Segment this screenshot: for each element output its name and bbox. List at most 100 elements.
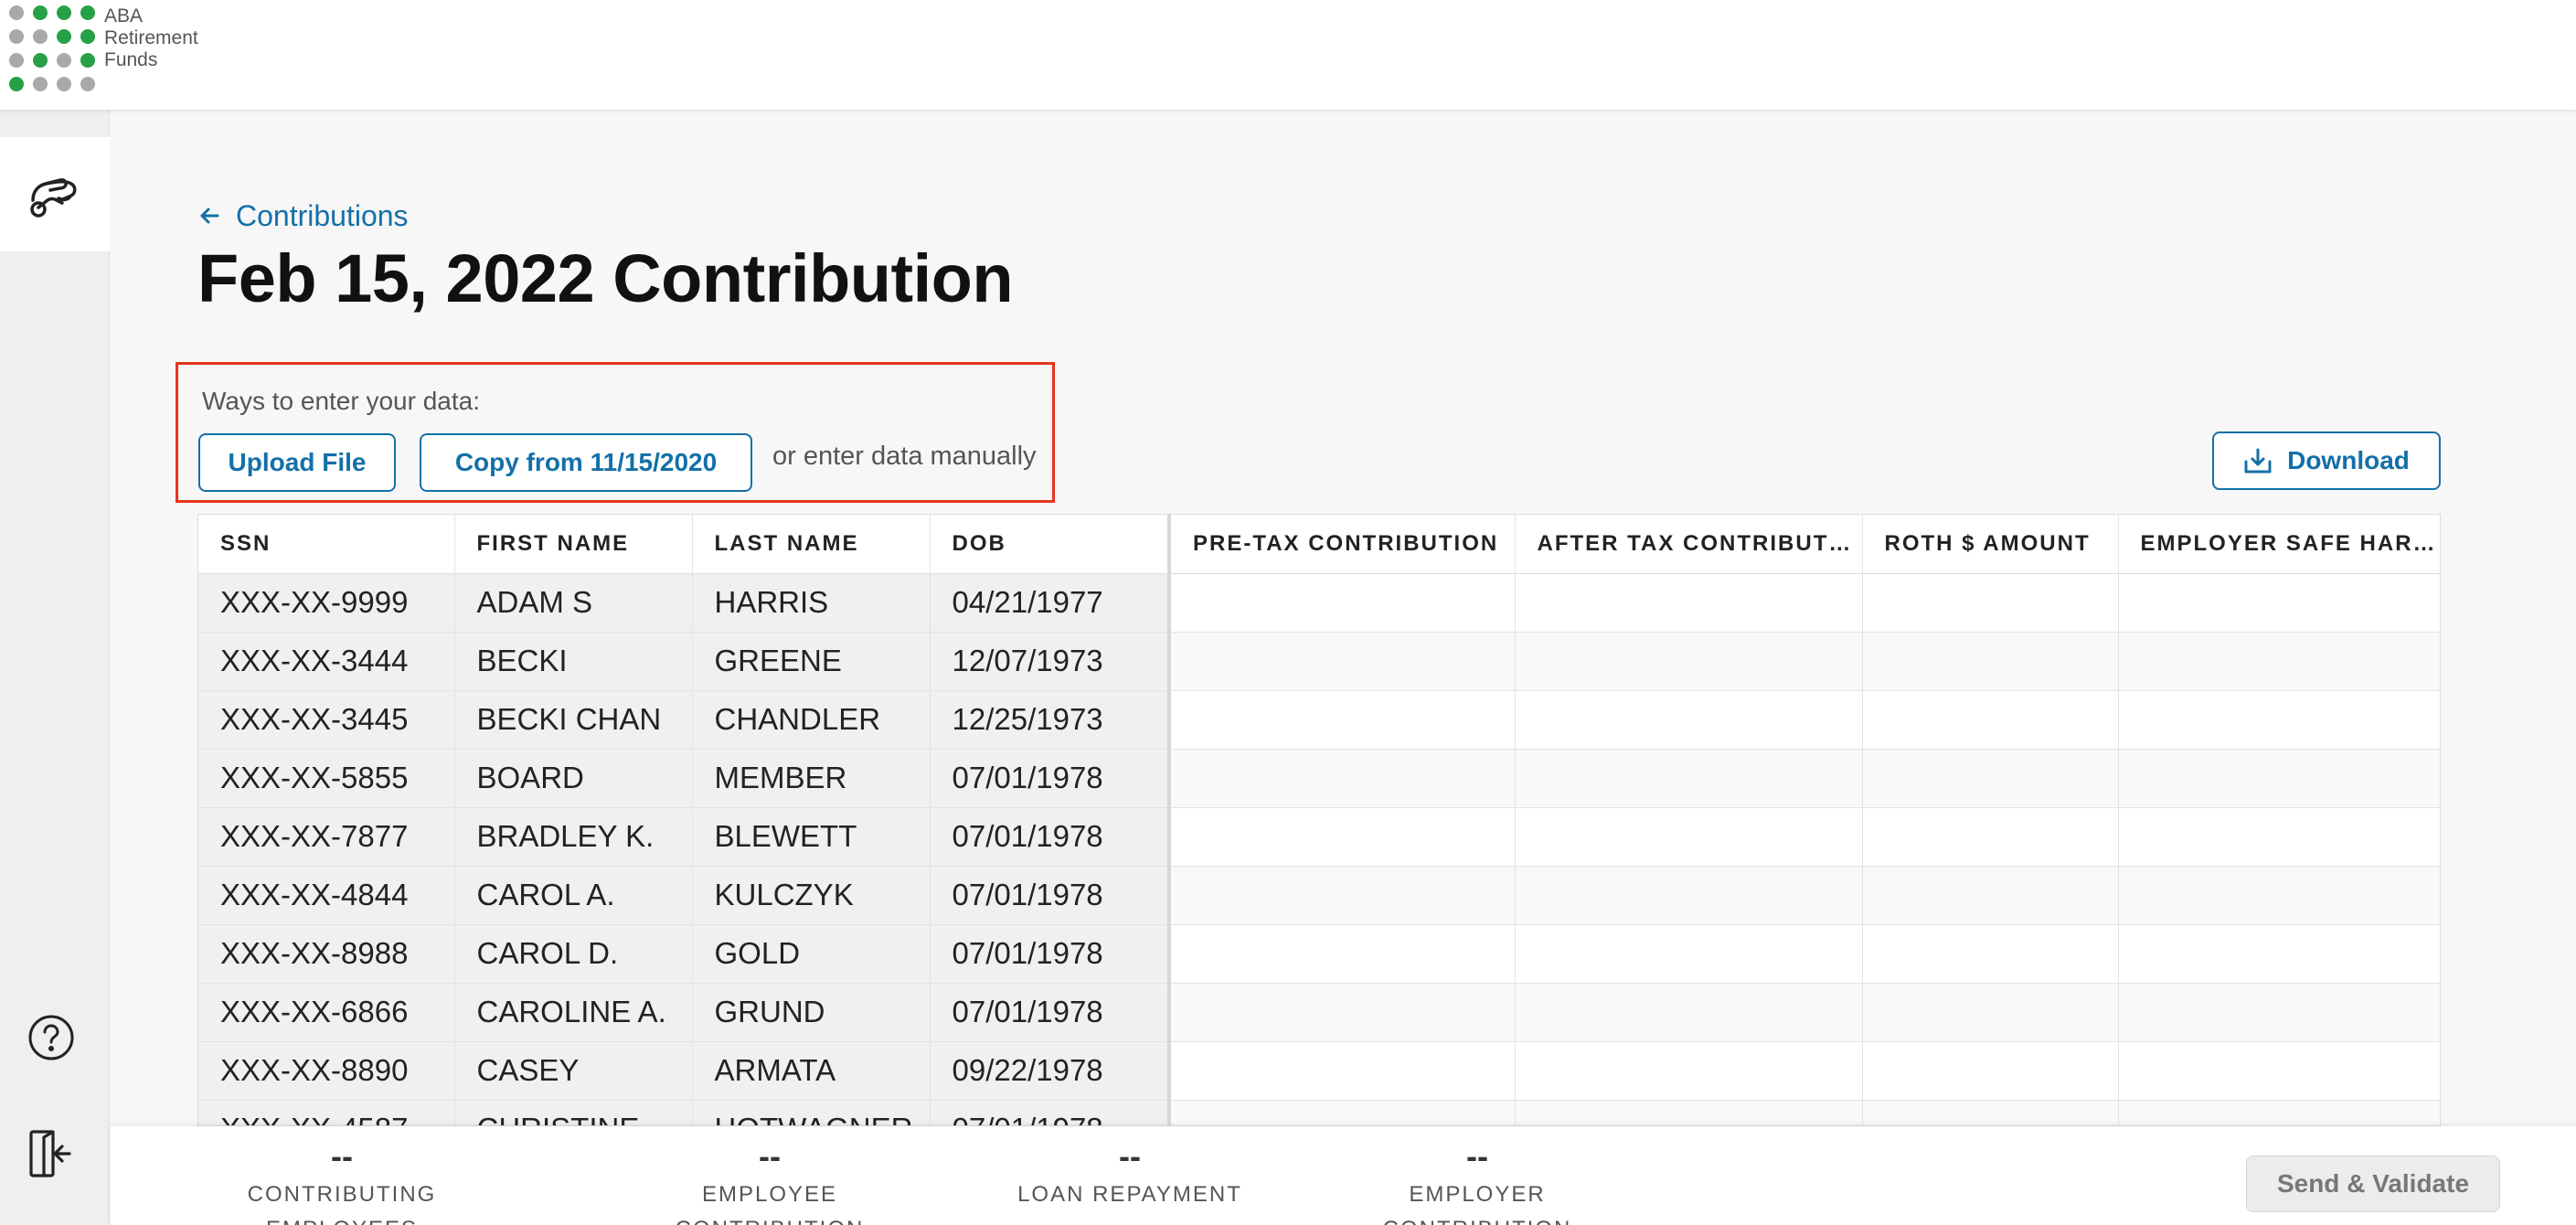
contribution-input-cell[interactable]: [2118, 573, 2440, 633]
table-cell: XXX-XX-7877: [198, 807, 455, 867]
table-cell: CHRISTINE: [454, 1100, 693, 1125]
column-header[interactable]: LAST NAME: [692, 515, 931, 574]
logo-dot: [9, 29, 24, 44]
contribution-input-cell[interactable]: [1169, 1100, 1516, 1125]
contribution-input-cell[interactable]: [1169, 866, 1516, 925]
contribution-input-cell[interactable]: [1515, 924, 1863, 984]
contribution-input-cell[interactable]: [1862, 924, 2119, 984]
contribution-input-cell[interactable]: [1862, 632, 2119, 691]
table-cell: 12/25/1973: [930, 690, 1171, 750]
aba-logo[interactable]: ABA Retirement Funds: [9, 5, 198, 93]
contribution-input-cell[interactable]: [1862, 1041, 2119, 1101]
table-cell: 07/01/1978: [930, 866, 1171, 925]
logo-dot: [57, 53, 71, 68]
table-header-row: SSN FIRST NAME LAST NAME DOB PRE-TAX CONTRIB…: [198, 515, 2440, 574]
contribution-input-cell[interactable]: [1862, 1100, 2119, 1125]
logo-dot: [80, 5, 95, 20]
logo-line: Funds: [104, 49, 158, 70]
contribution-input-cell[interactable]: [1862, 866, 2119, 925]
table-cell: HOTWAGNER: [692, 1100, 931, 1125]
contribution-input-cell[interactable]: [1169, 573, 1516, 633]
download-icon: [2243, 447, 2273, 474]
table-cell: 12/07/1973: [930, 632, 1171, 691]
logo-dot: [33, 29, 48, 44]
top-bar: ABA Retirement Funds: [0, 0, 2576, 110]
contribution-input-cell[interactable]: [1515, 866, 1863, 925]
contribution-input-cell[interactable]: [1169, 690, 1516, 750]
column-header[interactable]: AFTER TAX CONTRIBUT…: [1515, 515, 1863, 574]
table-cell: CAROLINE A.: [454, 983, 693, 1042]
contribution-input-cell[interactable]: [1169, 924, 1516, 984]
send-and-validate-button[interactable]: Send & Validate: [2246, 1156, 2500, 1212]
sidebar-item-contributions[interactable]: [0, 137, 110, 251]
table-cell: BRADLEY K.: [454, 807, 693, 867]
contribution-input-cell[interactable]: [1515, 807, 1863, 867]
contribution-input-cell[interactable]: [1515, 983, 1863, 1042]
column-header[interactable]: EMPLOYER SAFE HARBO: [2118, 515, 2440, 574]
column-header[interactable]: PRE-TAX CONTRIBUTION: [1169, 515, 1516, 574]
contribution-input-cell[interactable]: [1515, 690, 1863, 750]
table-cell: XXX-XX-8890: [198, 1041, 455, 1101]
contribution-input-cell[interactable]: [1169, 632, 1516, 691]
contribution-input-cell[interactable]: [2118, 1100, 2440, 1125]
contribution-input-cell[interactable]: [1169, 1041, 1516, 1101]
table-cell: ARMATA: [692, 1041, 931, 1101]
contribution-input-cell[interactable]: [1515, 632, 1863, 691]
stat-label: EMPLOYEE CONTRIBUTION: [676, 1182, 863, 1225]
upload-file-button[interactable]: Upload File: [198, 433, 396, 492]
contribution-input-cell[interactable]: [1515, 1041, 1863, 1101]
copy-from-previous-button[interactable]: Copy from 11/15/2020: [420, 433, 752, 492]
table-row: XXX-XX-4587CHRISTINEHOTWAGNER07/01/1978: [198, 1100, 2440, 1125]
contribution-input-cell[interactable]: [1515, 749, 1863, 808]
contribution-input-cell[interactable]: [1169, 749, 1516, 808]
contribution-input-cell[interactable]: [2118, 1041, 2440, 1101]
contribution-input-cell[interactable]: [2118, 924, 2440, 984]
contribution-input-cell[interactable]: [2118, 749, 2440, 808]
contribution-input-cell[interactable]: [1169, 983, 1516, 1042]
contribution-input-cell[interactable]: [1862, 807, 2119, 867]
table-cell: XXX-XX-6866: [198, 983, 455, 1042]
contribution-input-cell[interactable]: [2118, 690, 2440, 750]
logout-icon[interactable]: [24, 1126, 79, 1181]
column-header[interactable]: SSN: [198, 515, 455, 574]
contribution-input-cell[interactable]: [1169, 807, 1516, 867]
stat-loan-repayment: -- LOAN REPAYMENT: [1009, 1135, 1251, 1212]
table-cell: BOARD: [454, 749, 693, 808]
table-cell: XXX-XX-5855: [198, 749, 455, 808]
logo-dot: [57, 77, 71, 91]
table-cell: CAROL D.: [454, 924, 693, 984]
stat-value: --: [1466, 1137, 1488, 1175]
column-header[interactable]: ROTH $ AMOUNT: [1862, 515, 2119, 574]
table-cell: BECKI: [454, 632, 693, 691]
logo-line: ABA: [104, 5, 144, 27]
contribution-input-cell[interactable]: [1862, 690, 2119, 750]
back-to-contributions-link[interactable]: Contributions: [199, 199, 409, 233]
logo-dots: [9, 5, 95, 91]
page-title: Feb 15, 2022 Contribution: [197, 240, 1014, 316]
logo-text: ABA Retirement Funds: [104, 5, 198, 71]
table-row: XXX-XX-7877 BRADLEY K. BLEWETT 07/01/1978: [198, 807, 2440, 867]
table-cell: GRUND: [692, 983, 931, 1042]
column-header[interactable]: DOB: [930, 515, 1171, 574]
help-icon[interactable]: [24, 1010, 79, 1065]
stat-employer-contribution: -- EMPLOYER CONTRIBUTION: [1315, 1135, 1640, 1225]
table-cell: XXX-XX-9999: [198, 573, 455, 633]
logo-dot: [9, 53, 24, 68]
table-cell: 07/01/1978: [930, 807, 1171, 867]
column-header[interactable]: FIRST NAME: [454, 515, 693, 574]
contribution-table[interactable]: SSN FIRST NAME LAST NAME DOB PRE-TAX CONTRIB…: [197, 514, 2441, 1126]
contribution-input-cell[interactable]: [1515, 1100, 1863, 1125]
contribution-input-cell[interactable]: [1515, 573, 1863, 633]
table-cell: BLEWETT: [692, 807, 931, 867]
contribution-input-cell[interactable]: [2118, 632, 2440, 691]
contribution-input-cell[interactable]: [2118, 807, 2440, 867]
contribution-input-cell[interactable]: [1862, 983, 2119, 1042]
download-button[interactable]: Download: [2212, 431, 2441, 490]
contribution-input-cell[interactable]: [2118, 983, 2440, 1042]
stat-value: --: [1119, 1137, 1141, 1175]
contribution-input-cell[interactable]: [1862, 749, 2119, 808]
table-row: XXX-XX-4844 CAROL A. KULCZYK 07/01/1978: [198, 866, 2440, 925]
contribution-input-cell[interactable]: [2118, 866, 2440, 925]
logo-dot: [33, 5, 48, 20]
contribution-input-cell[interactable]: [1862, 573, 2119, 633]
